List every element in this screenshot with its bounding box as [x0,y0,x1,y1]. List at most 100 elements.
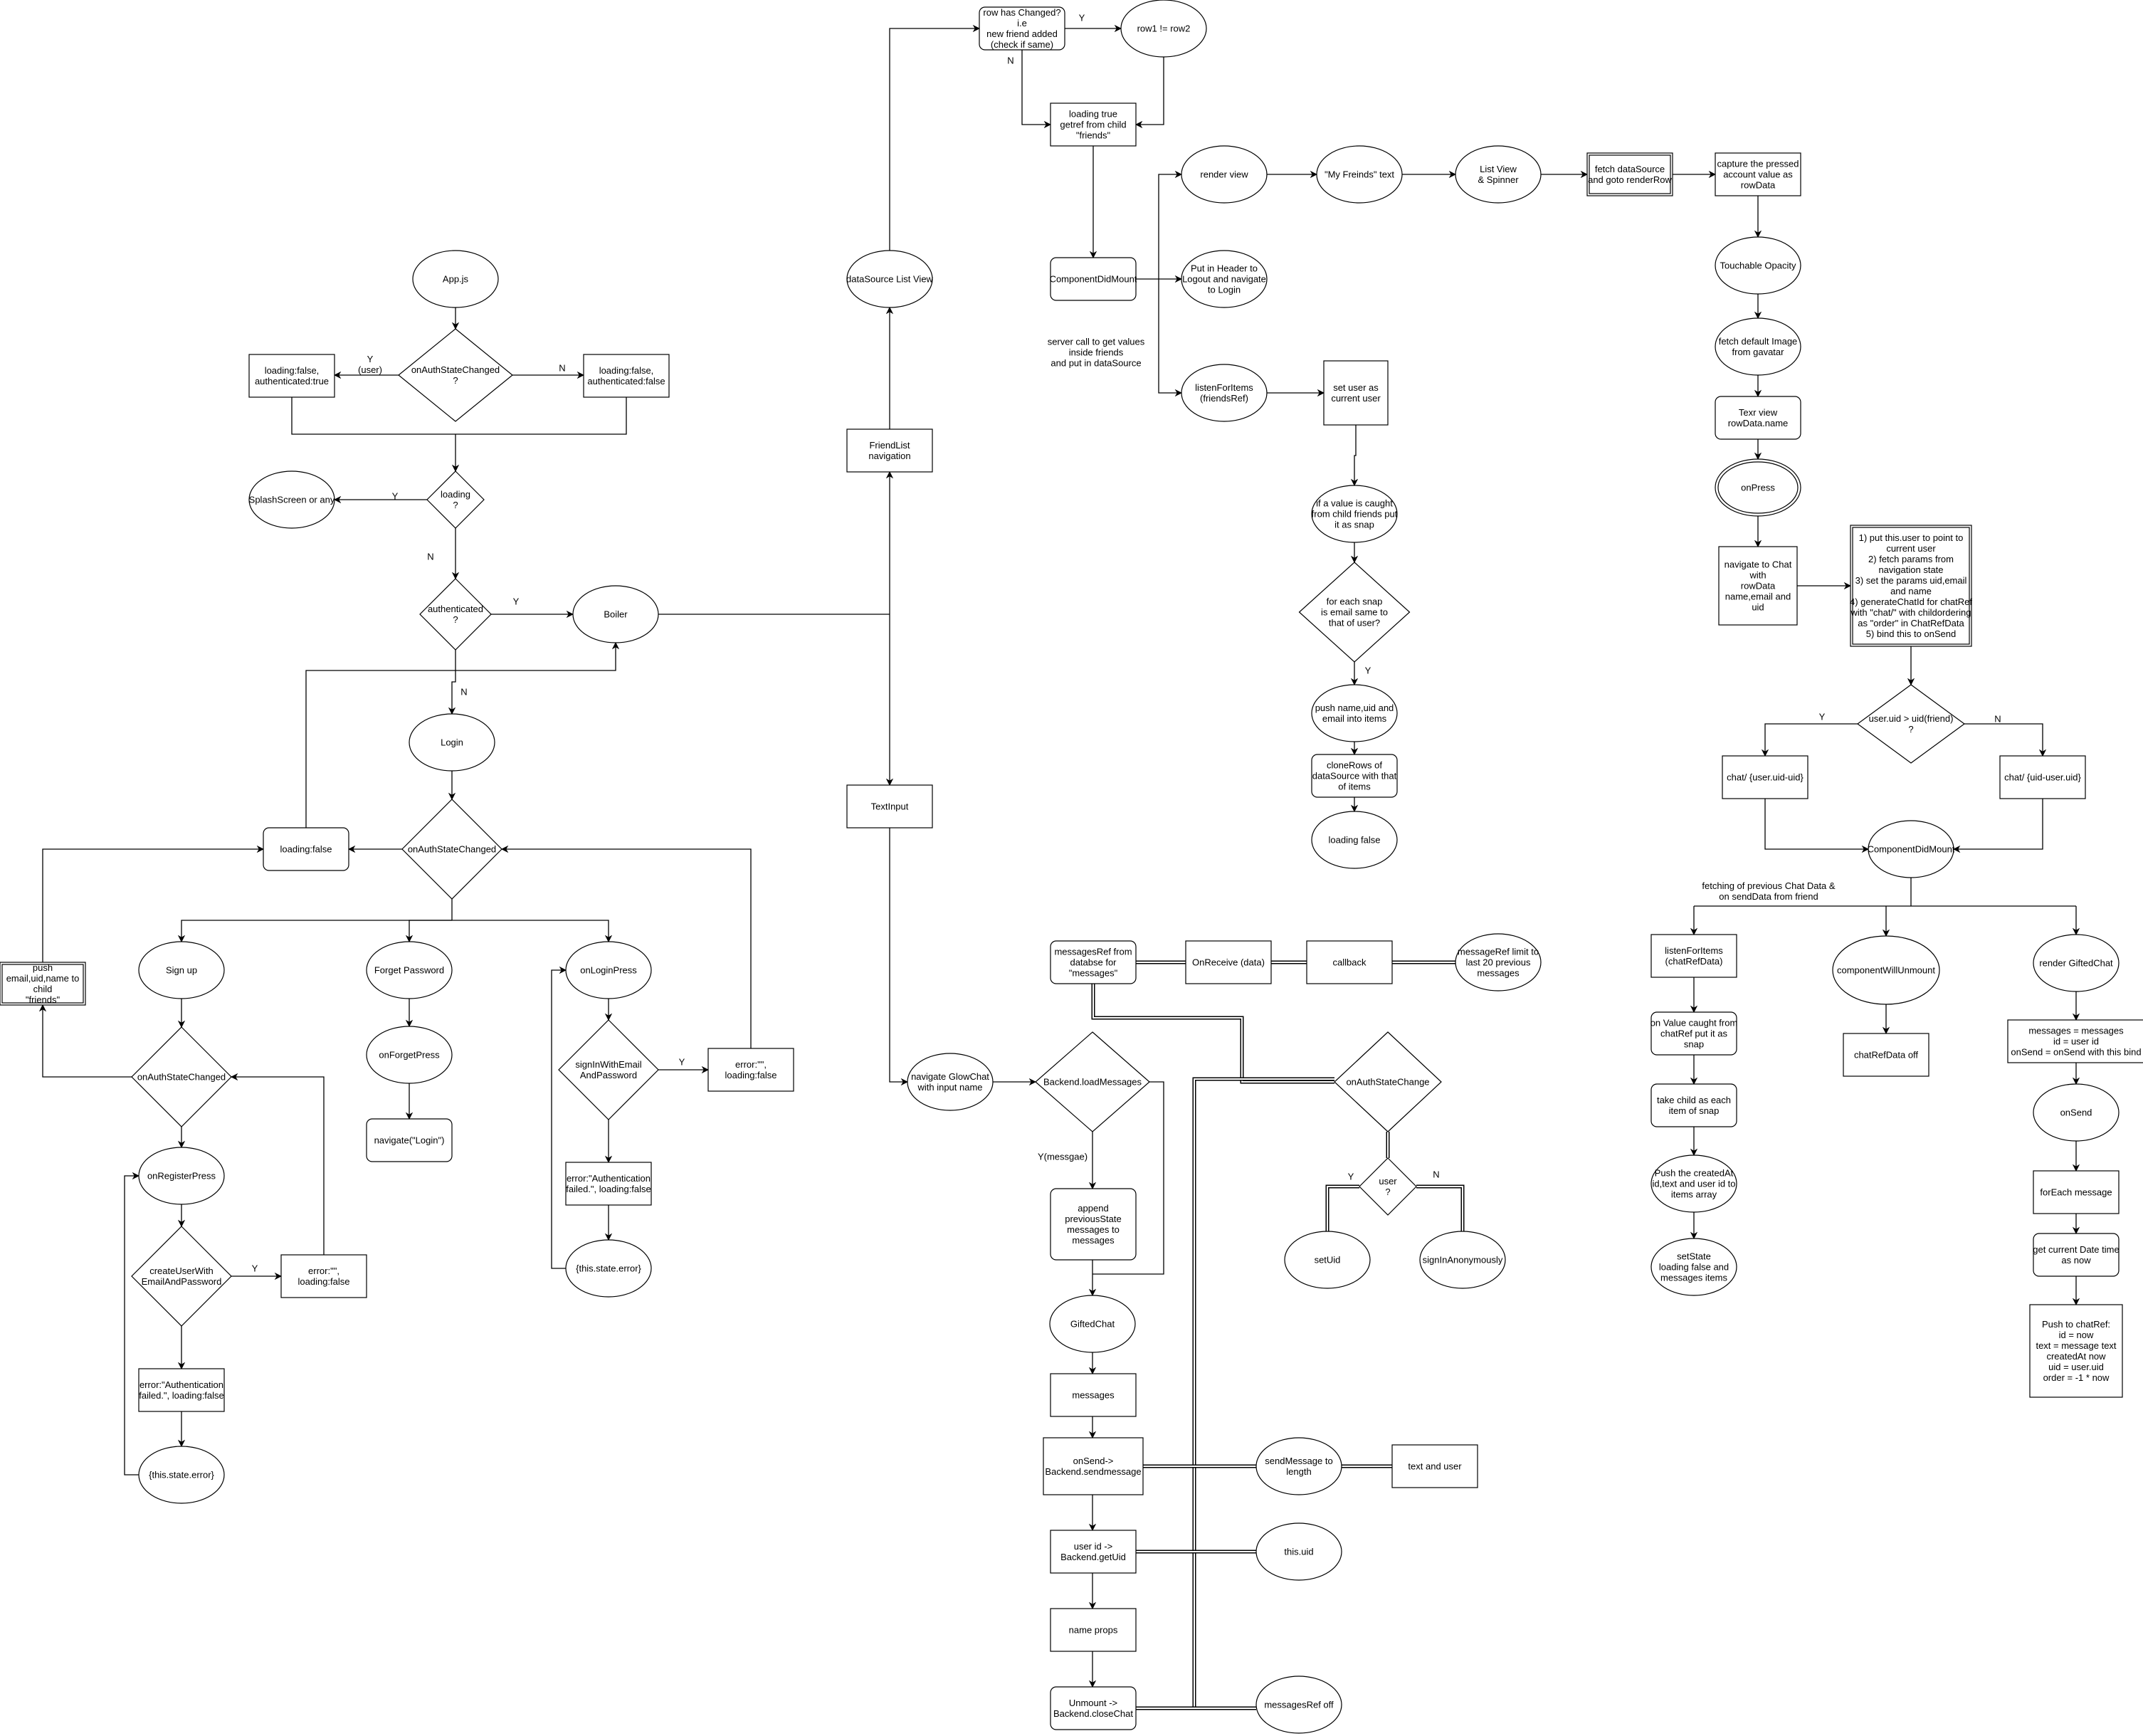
arrow-connector [1350,425,1359,487]
connector [291,397,456,435]
node-textuser[interactable]: text and user [1391,1444,1478,1488]
node-sendmsg[interactable]: sendMessage to length [1255,1437,1342,1495]
node-msgassign[interactable]: messages = messages id = user id onSend = … [2007,1019,2143,1063]
node-createuser[interactable]: createUserWith EmailAndPassword [131,1226,232,1327]
node-lf_false[interactable]: loading:false, authenticated:false [583,354,670,398]
node-forget[interactable]: Forget Password [366,941,453,999]
node-onforget[interactable]: onForgetPress [366,1026,453,1084]
node-capture[interactable]: capture the pressed account value as rowDa… [1715,152,1801,196]
node-rowchanged[interactable]: row has Changed? i.e new friend added (chec… [979,6,1065,51]
node-chatrefoff[interactable]: chatRefData off [1843,1033,1929,1077]
node-authq1[interactable]: onAuthStateChanged? [398,328,513,422]
node-note2: fetching of previous Chat Data & on sendD… [1702,880,1835,902]
node-msgrefoff[interactable]: messagesRef off [1255,1675,1342,1734]
node-loadmsg[interactable]: Backend.loadMessages [1035,1031,1150,1132]
node-row1[interactable]: row1 != row2 [1120,0,1207,58]
node-signupauth[interactable]: onAuthStateChanged [131,1026,232,1127]
node-loadingfalse[interactable]: loading:false [263,827,349,871]
node-onsend[interactable]: onSend [2033,1083,2120,1142]
node-append[interactable]: append previousState messages to messages [1050,1188,1137,1261]
node-loadingtrue[interactable]: loading true getref from child "friends" [1050,102,1137,147]
node-auth2[interactable]: onAuthStateChanged [401,799,502,900]
node-datasource[interactable]: dataSource List View [846,250,934,308]
node-messages[interactable]: messages [1050,1373,1137,1417]
node-loadingfalse2[interactable]: loading false [1311,811,1398,869]
node-label: name props [1069,1625,1118,1636]
node-signanon[interactable]: signInAnonymously [1419,1231,1506,1289]
node-onpress[interactable]: onPress [1715,458,1801,517]
node-splash[interactable]: SplashScreen or any [248,470,335,529]
node-rendergc[interactable]: render GiftedChat [2033,934,2120,992]
node-label: TextInput [871,801,909,812]
node-pushchat[interactable]: Push to chatRef: id = now text = message t… [2029,1304,2123,1398]
node-boiler[interactable]: Boiler [572,585,659,643]
node-cwu[interactable]: componentWillUnmount [1832,935,1940,1005]
node-getuid[interactable]: user id -> Backend.getUid [1050,1530,1137,1574]
node-friendlist[interactable]: FriendList navigation [846,428,933,473]
node-onvalue[interactable]: on Value caught from chatRef put it as sna… [1650,1011,1738,1056]
node-listen[interactable]: listenForItems (friendsRef) [1181,364,1268,422]
node-foreachsnap[interactable]: for each snap is email same to that of use… [1298,562,1411,663]
node-err1[interactable]: error:"", loading:false [280,1254,367,1298]
node-listen2[interactable]: listenForItems (chatRefData) [1650,934,1737,978]
node-signin[interactable]: signInWithEmail AndPassword [558,1019,659,1120]
node-msgref[interactable]: messagesRef from databse for "messages" [1050,940,1137,984]
node-err2[interactable]: error:"", loading:false [707,1048,794,1092]
node-login[interactable]: Login [409,713,495,772]
edge-label: Y [679,1057,685,1068]
node-textinput[interactable]: TextInput [846,784,933,828]
node-loadingq[interactable]: loading? [426,470,485,529]
node-takechild[interactable]: take child as each item of snap [1650,1083,1737,1127]
node-steps[interactable]: 1) put this.user to point to current user… [1850,525,1972,647]
node-onlogin[interactable]: onLoginPress [565,941,652,999]
node-navlogin[interactable]: navigate("Login") [366,1118,453,1162]
node-unmount[interactable]: Unmount -> Backend.closeChat [1050,1686,1137,1730]
node-thisstate2[interactable]: {this.state.error} [565,1239,652,1298]
node-touchable[interactable]: Touchable Opacity [1715,236,1801,295]
node-label: render view [1200,169,1248,180]
node-onregister[interactable]: onRegisterPress [138,1147,225,1205]
node-putheader[interactable]: Put in Header to Logout and navigate to Lo… [1181,250,1268,308]
node-authenticatedq[interactable]: authenticated? [419,578,492,651]
node-setuser[interactable]: set user as current user [1323,360,1389,426]
node-setuid[interactable]: setUid [1284,1231,1371,1289]
node-getdate[interactable]: get current Date time as now [2033,1233,2120,1277]
node-thisstate1[interactable]: {this.state.error} [138,1446,225,1504]
node-lf_true[interactable]: loading:false, authenticated:true [248,354,335,398]
edge-label: Y [1365,666,1371,676]
node-onreceive[interactable]: OnReceive (data) [1185,940,1272,984]
node-onsendbk[interactable]: onSend-> Backend.sendmessage [1043,1437,1144,1495]
node-pushcreated[interactable]: Push the createdAt id,text and user id to… [1650,1154,1737,1213]
node-renderview[interactable]: render view [1181,145,1268,204]
node-signup[interactable]: Sign up [138,941,225,999]
node-navglow[interactable]: navigate GlowChat with input name [907,1053,994,1111]
node-setstate[interactable]: setState loading false and messages items [1650,1238,1737,1296]
node-uidq[interactable]: user.uid > uid(friend)? [1856,684,1966,764]
node-fetchimg[interactable]: fetch default Image from gavatar [1715,317,1801,376]
node-cdm[interactable]: ComponentDidMount [1050,257,1137,301]
node-cdm2[interactable]: ComponentDidMount [1868,820,1955,878]
edge-label: Y [513,596,520,607]
node-userq[interactable]: user? [1359,1157,1417,1216]
node-fetchds[interactable]: fetch dataSource and goto renderRow [1586,152,1673,196]
node-authfail1[interactable]: error:"Authentication failed.", loading:f… [138,1368,225,1412]
node-onauthchange[interactable]: onAuthStateChange [1334,1031,1442,1132]
node-listview[interactable]: List View & Spinner [1455,145,1542,204]
node-nameprops[interactable]: name props [1050,1608,1137,1652]
node-chat2[interactable]: chat/ {uid-user.uid} [1999,755,2086,799]
node-push[interactable]: push email,uid,name to child "friends" [0,962,86,1006]
node-giftedchat[interactable]: GiftedChat [1049,1295,1136,1353]
node-msglimit[interactable]: messageRef limit to last 20 previous messa… [1455,933,1542,991]
node-texrview[interactable]: Texr view rowData.name [1715,396,1801,440]
node-pushname[interactable]: push name,uid and email into items [1311,684,1398,742]
node-foreach[interactable]: forEach message [2033,1170,2120,1214]
node-chat1[interactable]: chat/ {user.uid-uid} [1722,755,1808,799]
node-authfail2[interactable]: error:"Authentication failed.", loading:f… [565,1162,652,1206]
node-clonerows[interactable]: cloneRows of dataSource with that of items [1311,754,1398,798]
node-myfriends[interactable]: "My Freinds" text [1316,145,1403,204]
node-navchat[interactable]: navigate to Chat with rowData name,email an… [1718,546,1798,626]
node-callback[interactable]: callback [1306,940,1393,984]
node-appjs[interactable]: App.js [412,250,499,308]
node-thisuid[interactable]: this.uid [1255,1522,1342,1581]
node-ifvalue[interactable]: if a value is caught from child friends p… [1311,485,1398,543]
